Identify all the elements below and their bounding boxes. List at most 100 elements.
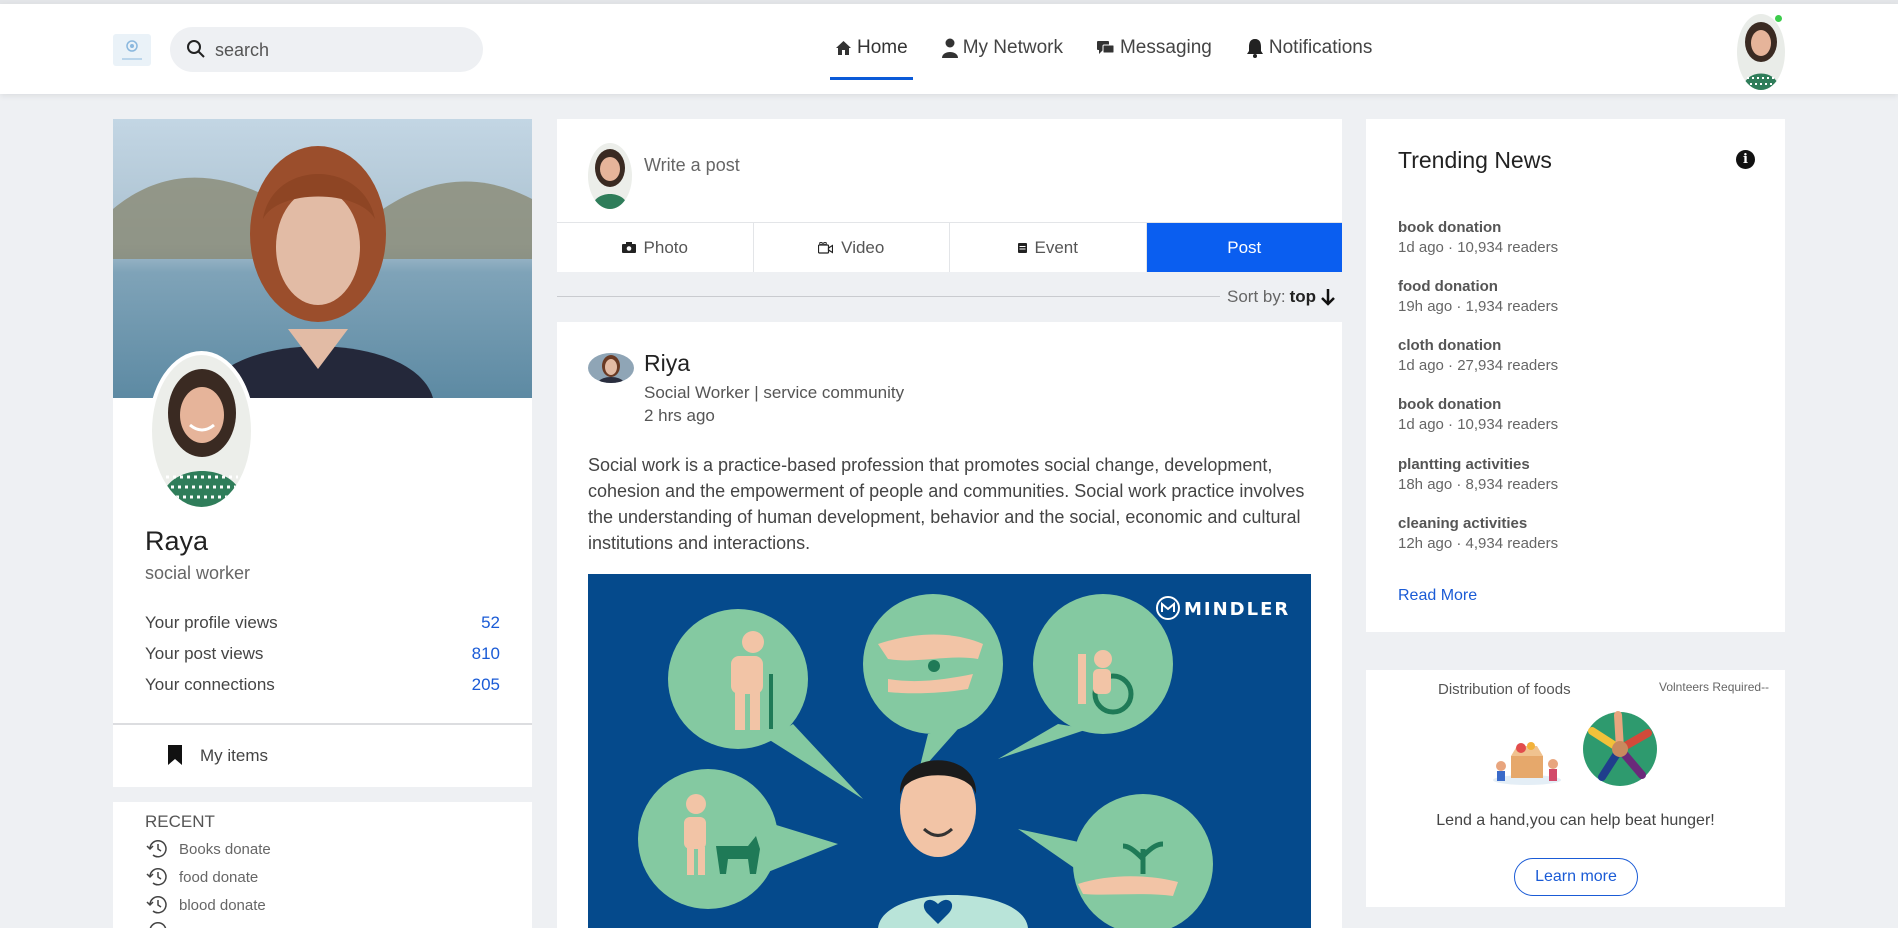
stat-label: Your profile views (145, 613, 278, 632)
profile-role: social worker (145, 563, 251, 583)
divider (557, 296, 1220, 297)
history-icon (149, 922, 167, 928)
news-item[interactable]: food donation 19h ago · 1,934 readers (1398, 278, 1758, 315)
video-icon (818, 241, 834, 254)
nav-home-label: Home (857, 37, 908, 58)
top-navbar: Home My Network Messaging Notifications (0, 4, 1898, 94)
video-button[interactable]: Video (753, 223, 950, 272)
nav-notifications[interactable]: Notifications (1241, 28, 1378, 68)
news-item[interactable]: book donation 1d ago · 10,934 readers (1398, 219, 1758, 256)
main-nav: Home My Network Messaging Notifications (830, 28, 1401, 80)
bookmark-icon (168, 745, 182, 765)
news-headline: cleaning activities (1398, 515, 1528, 532)
nav-home[interactable]: Home (830, 28, 913, 80)
nav-messaging-label: Messaging (1119, 37, 1212, 58)
news-headline: book donation (1398, 396, 1502, 413)
promo-title: Distribution of foods (1438, 681, 1571, 698)
post-timestamp: 2 hrs ago (644, 406, 715, 425)
stat-profile-views[interactable]: Your profile views 52 (145, 613, 500, 633)
online-status-dot (1774, 14, 1783, 23)
recent-item-label: blood donate (179, 896, 266, 914)
my-items-link[interactable]: My items (113, 725, 532, 787)
recent-item[interactable]: food donate (145, 866, 258, 888)
chat-icon (1096, 41, 1115, 54)
nav-my-network-label: My Network (962, 37, 1063, 58)
history-icon (146, 868, 167, 886)
post-author-avatar[interactable] (588, 353, 634, 383)
video-label: Video (841, 237, 885, 257)
composer-avatar (588, 143, 632, 209)
recent-item-label: Books donate (179, 840, 271, 858)
news-headline: food donation (1398, 278, 1498, 295)
person-icon (941, 38, 958, 58)
news-item[interactable]: book donation 1d ago · 10,934 readers (1398, 396, 1758, 433)
news-headline: plantting activities (1398, 456, 1530, 473)
mindler-logo: MINDLER (1184, 599, 1290, 620)
news-item[interactable]: plantting activities 18h ago · 8,934 rea… (1398, 456, 1758, 493)
read-more-link[interactable]: Read More (1398, 587, 1477, 605)
search-bar (170, 27, 483, 72)
post-author-subtitle: Social Worker | service community (644, 383, 905, 402)
post-body: Social work is a practice-based professi… (588, 455, 1305, 553)
news-meta: 19h ago · 1,934 readers (1398, 298, 1559, 315)
recent-item-label: food donate (179, 868, 259, 886)
event-label: Event (1034, 237, 1078, 257)
trending-news-panel: Trending News i book donation 1d ago · 1… (1366, 119, 1785, 632)
stat-post-views[interactable]: Your post views 810 (145, 644, 500, 664)
stat-label: Your connections (145, 675, 275, 694)
post-composer: Write a post Photo Video Event Post (557, 119, 1342, 272)
stat-value: 52 (481, 613, 500, 632)
sort-dropdown[interactable]: Sort by: top (1227, 287, 1336, 307)
profile-avatar[interactable] (148, 351, 255, 511)
post-image[interactable]: MINDLER (588, 574, 1311, 928)
profile-cover-image (113, 119, 532, 398)
learn-more-button[interactable]: Learn more (1514, 858, 1638, 896)
news-headline: cloth donation (1398, 337, 1502, 354)
event-button[interactable]: Event (950, 223, 1147, 272)
write-post-input[interactable]: Write a post (644, 155, 740, 176)
recent-item[interactable]: Books donate (145, 838, 271, 860)
search-icon (187, 40, 205, 58)
feed-post: Riya Social Worker | service community 2… (557, 322, 1342, 928)
promo-side-label: Volnteers Required-- (1659, 680, 1770, 694)
promo-card: Distribution of foods Volnteers Required… (1366, 670, 1785, 907)
promo-tagline: Lend a hand,you can help beat hunger! (1436, 812, 1715, 829)
news-item[interactable]: cloth donation 1d ago · 27,934 readers (1398, 337, 1758, 374)
news-meta: 1d ago · 27,934 readers (1398, 357, 1559, 374)
nav-messaging[interactable]: Messaging (1092, 28, 1217, 68)
stat-value: 205 (471, 675, 500, 694)
info-icon[interactable]: i (1736, 150, 1755, 169)
post-author-name[interactable]: Riya (644, 350, 690, 377)
post-button[interactable]: Post (1146, 223, 1342, 272)
hands-together-illustration (1583, 711, 1657, 786)
recent-item-partial (145, 920, 169, 928)
composer-tabs: Photo Video Event Post (557, 222, 1342, 272)
donation-box-illustration (1493, 742, 1561, 785)
stat-connections[interactable]: Your connections 205 (145, 675, 500, 695)
stat-label: Your post views (145, 644, 264, 663)
sort-label: Sort by: (1227, 287, 1286, 306)
sort-value: top (1289, 287, 1317, 306)
nav-my-network[interactable]: My Network (937, 28, 1068, 68)
profile-name: Raya (145, 526, 209, 556)
recent-panel: RECENT Books donate food donate blood do… (113, 802, 532, 928)
news-item[interactable]: cleaning activities 12h ago · 4,934 read… (1398, 515, 1758, 552)
post-label: Post (1227, 237, 1262, 257)
recent-item[interactable]: blood donate (145, 894, 266, 916)
app-logo[interactable] (113, 34, 151, 66)
home-icon (836, 41, 851, 55)
trending-title: Trending News (1398, 147, 1552, 173)
history-icon (146, 896, 167, 914)
camera-icon (621, 242, 636, 253)
calendar-icon (1017, 243, 1027, 253)
nav-notifications-label: Notifications (1268, 37, 1373, 58)
search-input[interactable] (215, 35, 465, 65)
photo-label: Photo (643, 237, 688, 257)
news-meta: 18h ago · 8,934 readers (1398, 476, 1559, 493)
header-avatar[interactable] (1737, 14, 1785, 90)
news-meta: 1d ago · 10,934 readers (1398, 239, 1559, 256)
news-headline: book donation (1398, 219, 1502, 236)
profile-card: Raya social worker Your profile views 52… (113, 119, 532, 725)
arrow-down-icon (1321, 289, 1335, 306)
photo-button[interactable]: Photo (557, 223, 754, 272)
